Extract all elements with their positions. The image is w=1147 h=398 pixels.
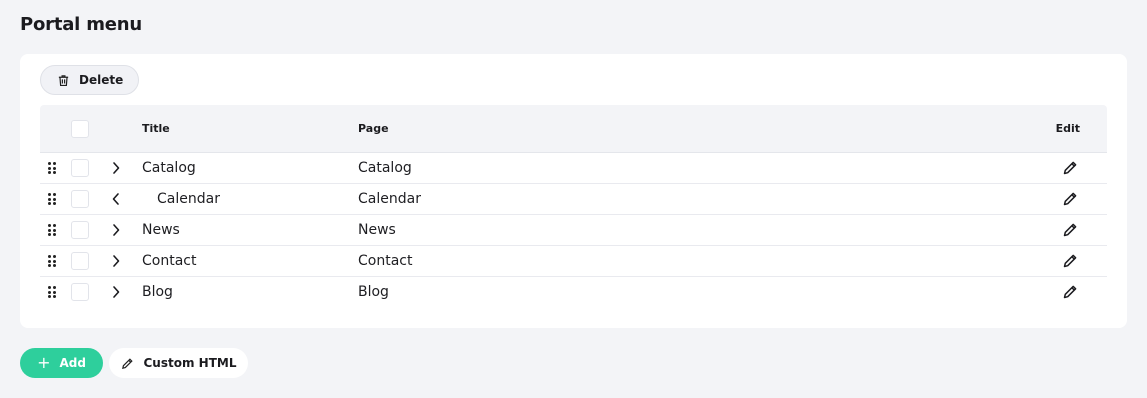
- column-header-page: Page: [358, 122, 389, 135]
- row-title: Contact: [142, 253, 197, 269]
- row-page: Contact: [358, 253, 413, 269]
- menu-table: Title Page Edit Catalog Catalog Calendar Ca…: [40, 105, 1107, 308]
- menu-card: Delete Title Page Edit Catalog Catalog Cal…: [20, 54, 1127, 328]
- edit-pencil-icon[interactable]: [1062, 222, 1078, 238]
- drag-handle-icon[interactable]: [48, 224, 56, 236]
- row-checkbox[interactable]: [71, 221, 89, 239]
- edit-pencil-icon[interactable]: [1062, 284, 1078, 300]
- edit-pencil-icon[interactable]: [1062, 253, 1078, 269]
- row-checkbox[interactable]: [71, 252, 89, 270]
- add-button-label: Add: [59, 356, 86, 370]
- edit-pencil-icon[interactable]: [1062, 191, 1078, 207]
- row-title: Blog: [142, 284, 173, 300]
- select-all-checkbox[interactable]: [71, 120, 89, 138]
- drag-handle-icon[interactable]: [48, 193, 56, 205]
- row-page: News: [358, 222, 396, 238]
- table-header: Title Page Edit: [40, 105, 1107, 153]
- add-button[interactable]: + Add: [20, 348, 103, 378]
- row-checkbox[interactable]: [71, 190, 89, 208]
- chevron-left-icon[interactable]: [111, 192, 121, 206]
- delete-button[interactable]: Delete: [40, 65, 140, 95]
- chevron-right-icon[interactable]: [111, 254, 121, 268]
- chevron-right-icon[interactable]: [111, 161, 121, 175]
- drag-handle-icon[interactable]: [48, 255, 56, 267]
- column-header-title: Title: [142, 122, 170, 135]
- table-body: Catalog Catalog Calendar Calendar News News Co…: [40, 153, 1107, 308]
- column-header-edit: Edit: [1055, 122, 1080, 135]
- table-row: News News: [40, 215, 1107, 246]
- drag-handle-icon[interactable]: [48, 162, 56, 174]
- row-page: Blog: [358, 284, 389, 300]
- plus-icon: +: [37, 353, 51, 372]
- row-title: Catalog: [142, 160, 196, 176]
- table-row: Calendar Calendar: [40, 184, 1107, 215]
- pencil-icon: [121, 357, 134, 370]
- row-title: Calendar: [157, 191, 220, 207]
- page-title: Portal menu: [20, 14, 143, 35]
- edit-pencil-icon[interactable]: [1062, 160, 1078, 176]
- row-page: Calendar: [358, 191, 421, 207]
- trash-icon: [57, 74, 70, 87]
- row-checkbox[interactable]: [71, 159, 89, 177]
- table-row: Blog Blog: [40, 277, 1107, 308]
- row-title: News: [142, 222, 180, 238]
- table-row: Catalog Catalog: [40, 153, 1107, 184]
- table-row: Contact Contact: [40, 246, 1107, 277]
- chevron-right-icon[interactable]: [111, 223, 121, 237]
- custom-html-button[interactable]: Custom HTML: [109, 348, 248, 378]
- delete-button-label: Delete: [79, 73, 124, 87]
- row-page: Catalog: [358, 160, 412, 176]
- chevron-right-icon[interactable]: [111, 285, 121, 299]
- drag-handle-icon[interactable]: [48, 286, 56, 298]
- row-checkbox[interactable]: [71, 283, 89, 301]
- custom-html-button-label: Custom HTML: [143, 356, 237, 370]
